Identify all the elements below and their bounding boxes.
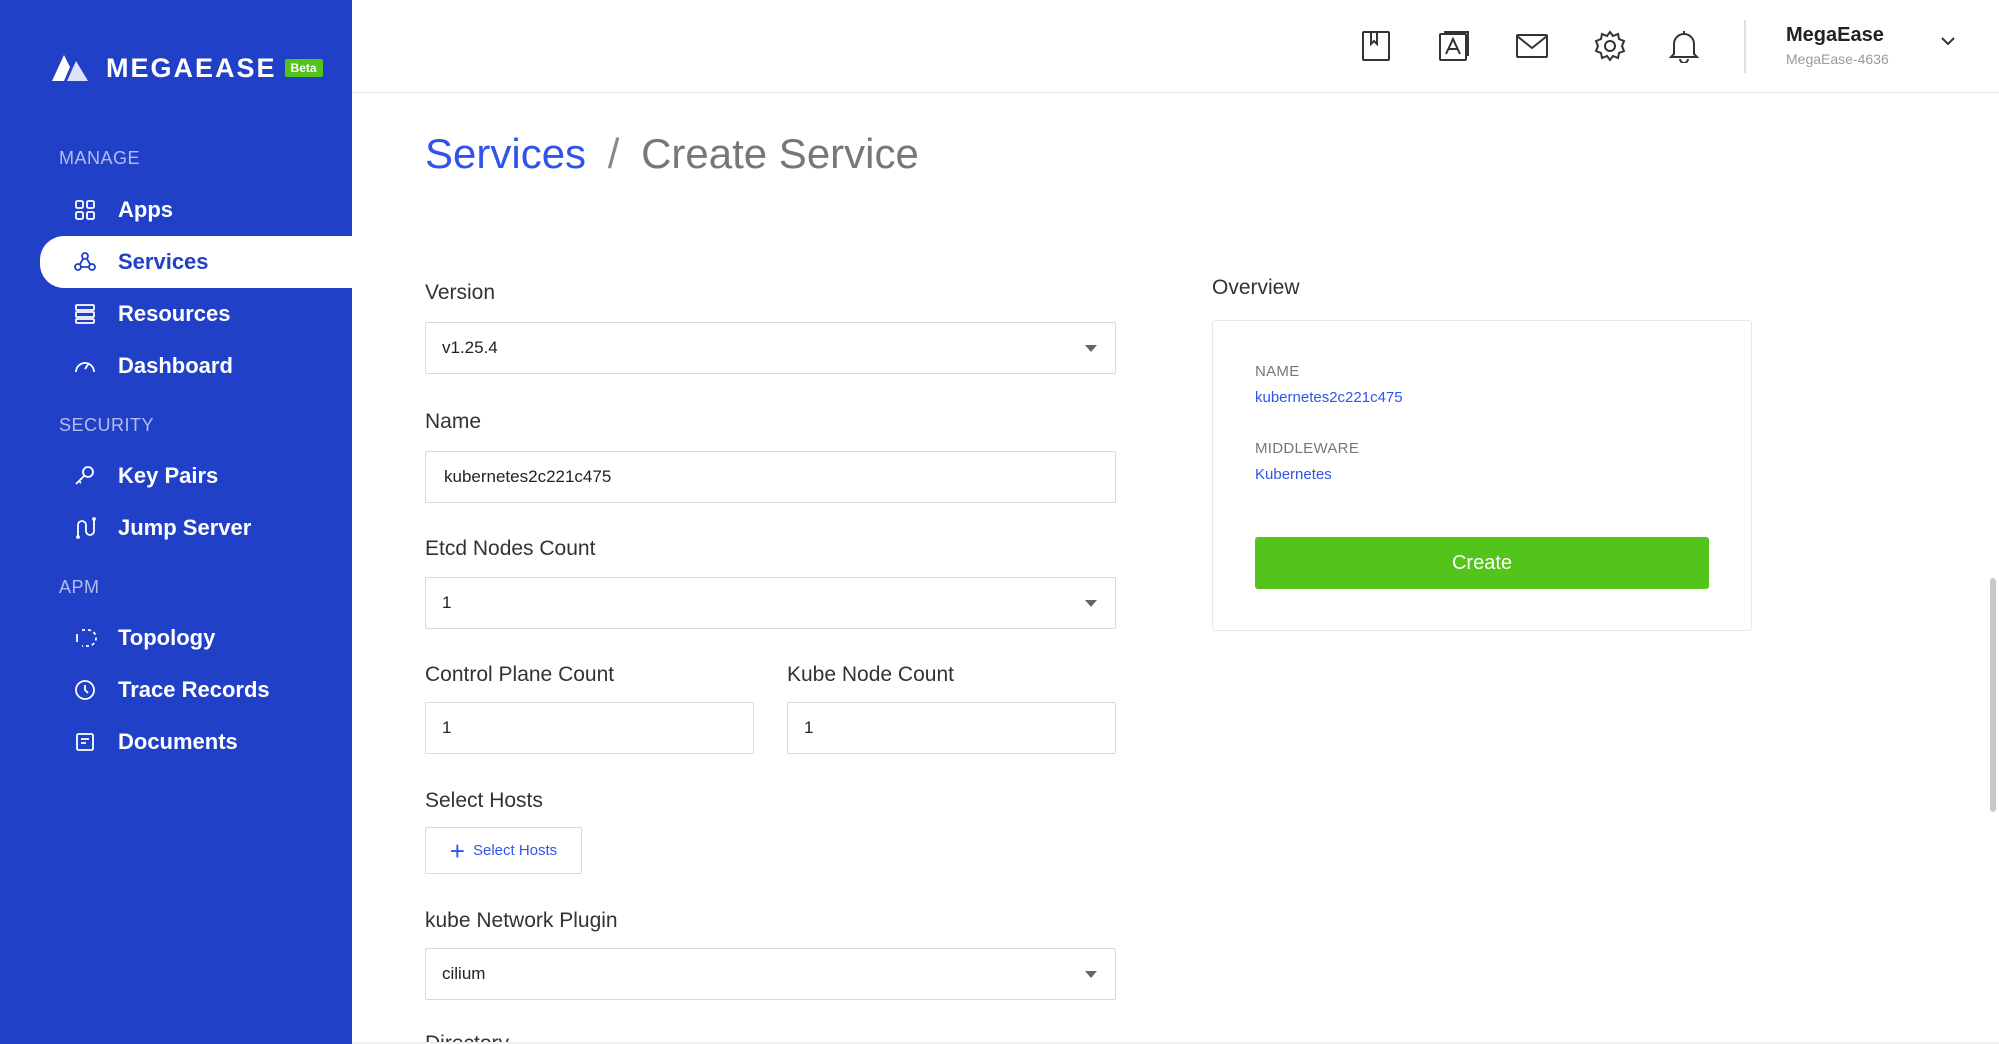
bell-icon[interactable] (1664, 26, 1704, 66)
kube-node-input[interactable]: 1 (787, 702, 1116, 754)
sidebar-item-resources[interactable]: Resources (40, 288, 352, 340)
plus-icon: + (449, 835, 465, 866)
sidebar-item-label: Services (118, 249, 209, 274)
overview-title: Overview (1212, 276, 1300, 299)
network-plugin-select[interactable]: cilium (425, 948, 1116, 1000)
user-account[interactable]: MegaEase MegaEase-4636 (1786, 24, 1889, 67)
select-hosts-button-label: Select Hosts (472, 842, 558, 859)
top-header: MegaEase MegaEase-4636 (352, 0, 1999, 93)
control-plane-input[interactable]: 1 (425, 702, 754, 754)
sidebar-item-label: Topology (118, 625, 216, 650)
overview-middleware-value: Kubernetes (1255, 466, 1332, 483)
overview-name-value: kubernetes2c221c475 (1255, 389, 1403, 406)
sidebar-item-jump-server[interactable]: Jump Server (40, 502, 352, 554)
breadcrumb-services-link[interactable]: Services (425, 130, 586, 177)
version-value: v1.25.4 (442, 338, 498, 357)
kube-node-value: 1 (804, 718, 814, 737)
mail-icon[interactable] (1512, 26, 1552, 66)
caret-down-icon (1085, 600, 1097, 607)
control-plane-label: Control Plane Count (425, 663, 615, 686)
sidebar-item-services[interactable]: Services (40, 236, 352, 288)
sidebar-item-topology[interactable]: Topology (40, 612, 352, 664)
resources-icon (72, 301, 98, 327)
clock-icon (72, 677, 98, 703)
sidebar-item-label: Resources (118, 301, 231, 326)
breadcrumb: Services / Create Service (425, 130, 919, 178)
services-icon (72, 249, 98, 275)
breadcrumb-separator: / (607, 130, 620, 177)
create-button[interactable]: Create (1255, 537, 1709, 589)
name-input[interactable]: kubernetes2c221c475 (425, 451, 1116, 503)
page-scrollbar[interactable] (1990, 578, 1996, 812)
header-divider (1744, 20, 1746, 73)
overview-card: NAME kubernetes2c221c475 MIDDLEWARE Kube… (1212, 320, 1752, 631)
sidebar: MEGAEASE Beta MANAGE Apps Services Resou… (0, 0, 352, 1044)
sidebar-item-label: Key Pairs (118, 463, 219, 488)
kube-node-label: Kube Node Count (787, 663, 954, 686)
sidebar-item-label: Apps (118, 197, 173, 222)
etcd-nodes-select[interactable]: 1 (425, 577, 1116, 629)
etcd-nodes-label: Etcd Nodes Count (425, 537, 596, 560)
jump-server-icon (72, 515, 98, 541)
document-icon (72, 729, 98, 755)
sidebar-item-documents[interactable]: Documents (40, 716, 352, 768)
version-select[interactable]: v1.25.4 (425, 322, 1116, 374)
version-label: Version (425, 281, 496, 304)
caret-down-icon (1085, 345, 1097, 352)
user-name: MegaEase (1786, 24, 1884, 46)
dashboard-icon (72, 353, 98, 379)
sidebar-item-label: Documents (118, 729, 238, 754)
section-label-security: SECURITY (59, 415, 155, 435)
sidebar-item-label: Trace Records (118, 677, 270, 702)
page-title: Create Service (641, 130, 919, 177)
contacts-icon[interactable] (1434, 26, 1474, 66)
section-label-manage: MANAGE (59, 148, 141, 168)
network-plugin-label: kube Network Plugin (425, 909, 618, 932)
section-label-apm: APM (59, 577, 100, 597)
network-plugin-value: cilium (442, 964, 486, 983)
sidebar-item-key-pairs[interactable]: Key Pairs (40, 450, 352, 502)
bookmark-icon[interactable] (1356, 26, 1396, 66)
overview-name-label: NAME (1255, 363, 1300, 380)
settings-icon[interactable] (1590, 26, 1630, 66)
name-label: Name (425, 410, 482, 433)
overview-middleware-label: MIDDLEWARE (1255, 440, 1360, 457)
sidebar-item-label: Dashboard (118, 353, 233, 378)
user-account-id: MegaEase-4636 (1786, 51, 1889, 67)
chevron-down-icon[interactable] (1940, 34, 1956, 52)
select-hosts-label: Select Hosts (425, 789, 543, 812)
sidebar-item-label: Jump Server (118, 515, 252, 540)
select-hosts-button[interactable]: + Select Hosts (425, 827, 582, 874)
sidebar-item-apps[interactable]: Apps (40, 184, 352, 236)
caret-down-icon (1085, 971, 1097, 978)
megaease-logo-icon (52, 55, 88, 81)
name-value: kubernetes2c221c475 (444, 467, 612, 486)
control-plane-value: 1 (442, 718, 452, 737)
etcd-nodes-value: 1 (442, 593, 452, 612)
sidebar-item-trace-records[interactable]: Trace Records (40, 664, 352, 716)
key-icon (72, 463, 98, 489)
sidebar-item-dashboard[interactable]: Dashboard (40, 340, 352, 392)
brand-logo[interactable]: MEGAEASE Beta (50, 50, 323, 86)
apps-icon (72, 197, 98, 223)
brand-name: MEGAEASE (106, 52, 277, 83)
topology-icon (72, 625, 98, 651)
beta-badge: Beta (284, 59, 323, 77)
